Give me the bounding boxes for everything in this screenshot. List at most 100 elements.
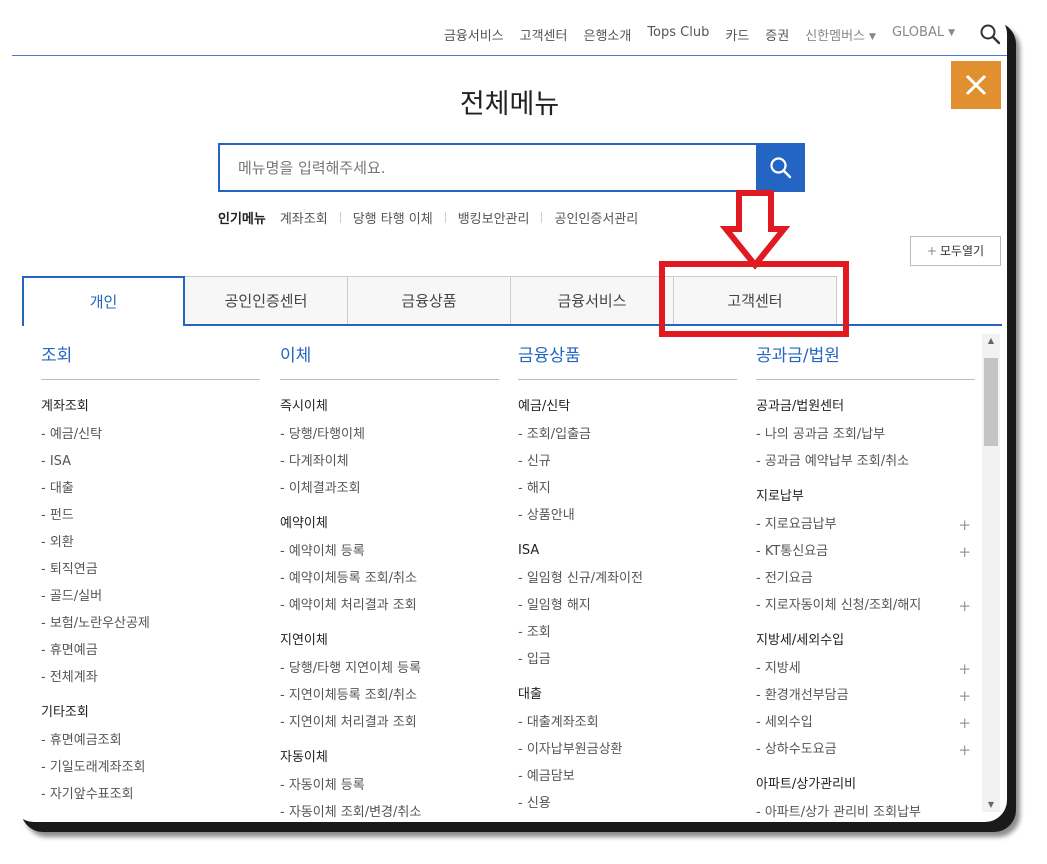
menu-link[interactable]: - 지방세 + (756, 658, 975, 685)
popular-item-account-inquiry[interactable]: 계좌조회 (280, 208, 328, 227)
scroll-down-arrow-icon[interactable]: ▼ (982, 798, 1000, 812)
scroll-up-arrow-icon[interactable]: ▲ (982, 334, 1000, 348)
menu-group-heading[interactable]: 계좌조회 (41, 396, 260, 424)
menu-link[interactable]: - KT통신요금 + (756, 541, 975, 568)
menu-link[interactable]: - 지연이체 처리결과 조회 (280, 712, 499, 739)
top-search-button[interactable] (979, 23, 1001, 45)
menu-link[interactable]: - 지로요금납부 + (756, 514, 975, 541)
menu-group-heading[interactable]: 즉시이체 (280, 396, 499, 424)
tab-financial-services[interactable]: 금융서비스 (510, 276, 674, 324)
topnav-securities[interactable]: 증권 (765, 25, 789, 44)
menu-link[interactable]: - 상품안내 (518, 505, 737, 532)
menu-group-heading[interactable]: 예약이체 (280, 513, 499, 541)
menu-link[interactable]: - ISA (41, 451, 260, 478)
topnav-tops-club[interactable]: Tops Club (647, 25, 709, 44)
menu-link[interactable]: - 대출계좌조회 (518, 712, 737, 739)
menu-link[interactable]: - 펀드 (41, 505, 260, 532)
topnav-members-dropdown[interactable]: 신한멤버스 ▼ (805, 25, 876, 44)
expand-plus-icon[interactable]: + (958, 658, 971, 680)
menu-link-label: - 입금 (518, 652, 551, 667)
expand-plus-icon[interactable]: + (958, 685, 971, 707)
menu-link[interactable]: - 전체계좌 (41, 667, 260, 694)
menu-link[interactable]: - 예금담보 (518, 766, 737, 793)
menu-link[interactable]: - 자동이체 등록 (280, 775, 499, 802)
menu-group-heading[interactable]: 지연이체 (280, 630, 499, 658)
menu-column-title[interactable]: 조회 (41, 330, 260, 380)
menu-link[interactable]: - 자동이체 조회/변경/취소 (280, 802, 499, 822)
expand-plus-icon[interactable]: + (958, 739, 971, 761)
caret-down-icon: ▼ (948, 28, 955, 38)
vertical-scrollbar[interactable]: ▲ ▼ (982, 334, 1000, 812)
menu-link[interactable]: - 해지 (518, 478, 737, 505)
menu-link[interactable]: - 당행/타행이체 (280, 424, 499, 451)
popular-item-transfer[interactable]: 당행 타행 이체 (353, 208, 433, 227)
menu-link[interactable]: - 지로자동이체 신청/조회/해지 + (756, 595, 975, 622)
menu-link[interactable]: - 상하수도요금 + (756, 739, 975, 766)
menu-link[interactable]: - 당행/타행 지연이체 등록 (280, 658, 499, 685)
menu-link[interactable]: - 지연이체등록 조회/취소 (280, 685, 499, 712)
scrollbar-thumb[interactable] (984, 358, 998, 446)
menu-group-heading[interactable]: 예금/신탁 (518, 396, 737, 424)
topnav-bank-intro[interactable]: 은행소개 (583, 25, 631, 44)
menu-link[interactable]: - 아파트/상가 관리비 조회납부 (756, 802, 975, 822)
menu-link[interactable]: - 입금 (518, 649, 737, 676)
menu-group-heading[interactable]: 자동이체 (280, 747, 499, 775)
menu-link[interactable]: - 신용 (518, 793, 737, 820)
menu-link[interactable]: - 공과금 예약납부 조회/취소 (756, 451, 975, 478)
annotation-highlight-box (659, 261, 849, 337)
menu-link[interactable]: - 환경개선부담금 + (756, 685, 975, 712)
expand-plus-icon[interactable]: + (958, 595, 971, 617)
menu-search-input[interactable] (220, 145, 756, 190)
popular-item-banking-security[interactable]: 뱅킹보안관리 (458, 208, 530, 227)
menu-group-heading[interactable]: 기타조회 (41, 702, 260, 730)
menu-group-heading[interactable]: 아파트/상가관리비 (756, 774, 975, 802)
menu-group: 기타조회 - 휴면예금조회 - 기일도래계좌조회 - 자기앞수표조회 (41, 702, 260, 811)
menu-search-button[interactable] (756, 143, 805, 192)
menu-link[interactable]: - 전기요금 (756, 568, 975, 595)
menu-column-title[interactable]: 공과금/법원 (756, 330, 975, 380)
menu-link[interactable]: - 이체결과조회 (280, 478, 499, 505)
menu-link[interactable]: - 일임형 신규/계좌이전 (518, 568, 737, 595)
topnav-customer-center[interactable]: 고객센터 (520, 25, 568, 44)
menu-link[interactable]: - 나의 공과금 조회/납부 (756, 424, 975, 451)
tab-certificate-center[interactable]: 공인인증센터 (184, 276, 348, 324)
menu-link[interactable]: - 조회/입출금 (518, 424, 737, 451)
menu-link[interactable]: - 예약이체 처리결과 조회 (280, 595, 499, 622)
menu-group-heading[interactable]: ISA (518, 540, 737, 568)
menu-link[interactable]: - 세외수입 + (756, 712, 975, 739)
menu-link[interactable]: - 기일도래계좌조회 (41, 757, 260, 784)
expand-plus-icon[interactable]: + (958, 541, 971, 563)
menu-group-heading[interactable]: 지로납부 (756, 486, 975, 514)
plus-icon: + (926, 244, 937, 258)
menu-link[interactable]: - 이자납부원금상환 (518, 739, 737, 766)
menu-link[interactable]: - 대출 (41, 478, 260, 505)
expand-all-button[interactable]: + 모두열기 (910, 236, 1001, 266)
tab-personal[interactable]: 개인 (22, 276, 185, 326)
menu-link[interactable]: - 골드/실버 (41, 586, 260, 613)
menu-link[interactable]: - 휴면예금 (41, 640, 260, 667)
menu-link[interactable]: - 보험/노란우산공제 (41, 613, 260, 640)
menu-link[interactable]: - 예약이체 등록 (280, 541, 499, 568)
topnav-global-dropdown[interactable]: GLOBAL ▼ (892, 25, 955, 44)
menu-link[interactable]: - 예금/신탁 (41, 424, 260, 451)
expand-plus-icon[interactable]: + (958, 514, 971, 536)
menu-column-title[interactable]: 금융상품 (518, 330, 737, 380)
menu-link[interactable]: - 신규 (518, 451, 737, 478)
menu-link[interactable]: - 조회 (518, 622, 737, 649)
menu-link[interactable]: - 일임형 해지 (518, 595, 737, 622)
expand-plus-icon[interactable]: + (958, 712, 971, 734)
menu-group-heading[interactable]: 공과금/법원센터 (756, 396, 975, 424)
menu-group-heading[interactable]: 대출 (518, 684, 737, 712)
menu-link[interactable]: - 예약이체등록 조회/취소 (280, 568, 499, 595)
menu-link[interactable]: - 휴면예금조회 (41, 730, 260, 757)
popular-item-certificate-management[interactable]: 공인인증서관리 (554, 208, 638, 227)
topnav-financial-services[interactable]: 금융서비스 (444, 25, 504, 44)
menu-link[interactable]: - 다계좌이체 (280, 451, 499, 478)
menu-link[interactable]: - 자기앞수표조회 (41, 784, 260, 811)
menu-link[interactable]: - 외환 (41, 532, 260, 559)
menu-link[interactable]: - 퇴직연금 (41, 559, 260, 586)
tab-financial-products[interactable]: 금융상품 (347, 276, 511, 324)
topnav-card[interactable]: 카드 (725, 25, 749, 44)
menu-column-title[interactable]: 이체 (280, 330, 499, 380)
menu-group-heading[interactable]: 지방세/세외수입 (756, 630, 975, 658)
